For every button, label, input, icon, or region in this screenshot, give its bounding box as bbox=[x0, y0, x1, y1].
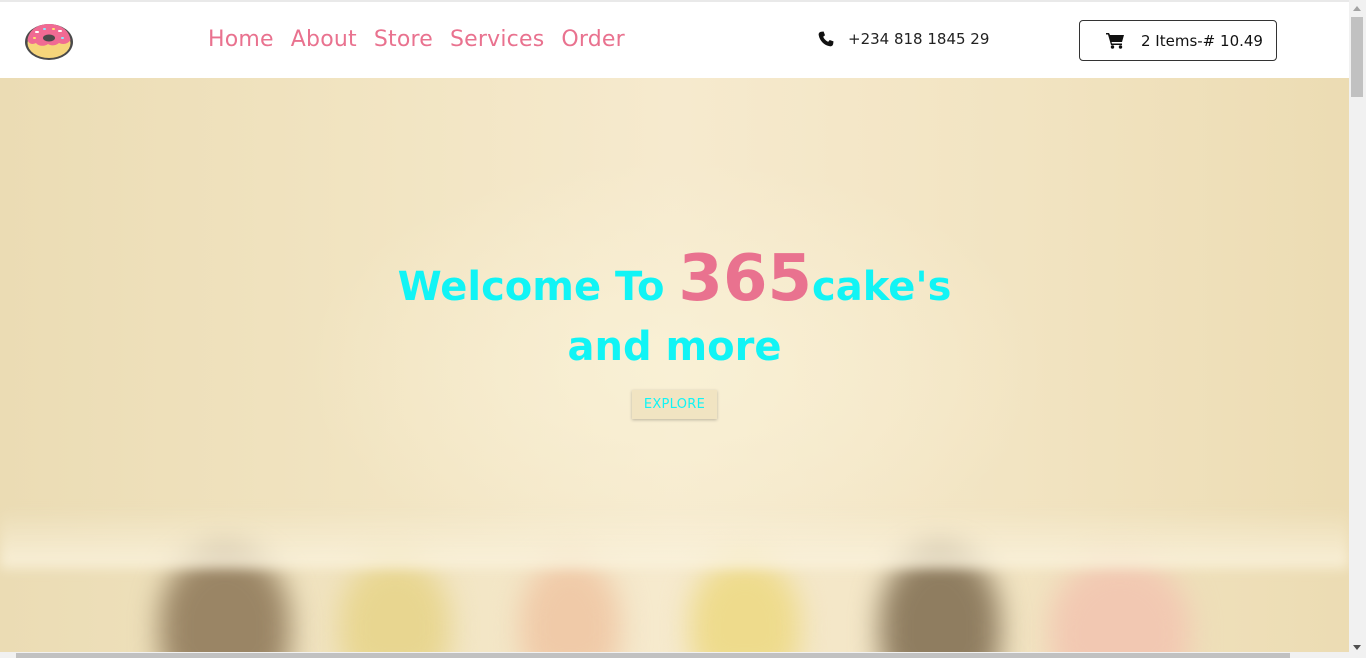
main-nav: Home About Store Services Order bbox=[208, 24, 625, 56]
nav-link-order[interactable]: Order bbox=[561, 24, 625, 56]
vertical-scroll-thumb[interactable] bbox=[1351, 17, 1363, 97]
cart-button[interactable]: 2 Items-# 10.49 bbox=[1079, 20, 1277, 61]
nav-link-home[interactable]: Home bbox=[208, 24, 274, 56]
scroll-down-arrow-icon[interactable] bbox=[1353, 645, 1361, 650]
hero-brand-number: 365 bbox=[678, 242, 812, 316]
hero-surface bbox=[0, 508, 1349, 568]
hero-brand-suffix: cake's bbox=[812, 264, 952, 310]
explore-button[interactable]: EXPLORE bbox=[631, 390, 718, 419]
hero-welcome-text: Welcome To bbox=[397, 264, 679, 310]
hero-title: Welcome To 365cake's bbox=[0, 247, 1349, 318]
nav-link-services[interactable]: Services bbox=[450, 24, 544, 56]
vertical-scrollbar[interactable] bbox=[1349, 0, 1366, 658]
phone-number: +234 818 1845 29 bbox=[848, 30, 990, 48]
hero-banner: Welcome To 365cake's and more EXPLORE bbox=[0, 78, 1349, 652]
horizontal-scrollbar[interactable] bbox=[0, 652, 1349, 658]
donut-icon[interactable] bbox=[23, 19, 75, 62]
blurred-cupcake bbox=[1050, 558, 1190, 652]
shopping-cart-icon bbox=[1106, 33, 1124, 49]
scroll-up-arrow-icon[interactable] bbox=[1353, 6, 1361, 11]
horizontal-scroll-thumb[interactable] bbox=[16, 653, 1290, 658]
phone-icon bbox=[818, 31, 834, 47]
nav-link-about[interactable]: About bbox=[291, 24, 357, 56]
page: Home About Store Services Order +234 818… bbox=[0, 0, 1349, 652]
hero-content: Welcome To 365cake's and more EXPLORE bbox=[0, 247, 1349, 419]
cart-summary: 2 Items-# 10.49 bbox=[1141, 31, 1263, 50]
blurred-cupcake bbox=[340, 558, 450, 652]
phone-contact[interactable]: +234 818 1845 29 bbox=[818, 30, 989, 48]
hero-subtitle: and more bbox=[567, 324, 782, 370]
navbar: Home About Store Services Order +234 818… bbox=[0, 2, 1349, 78]
nav-link-store[interactable]: Store bbox=[374, 24, 433, 56]
